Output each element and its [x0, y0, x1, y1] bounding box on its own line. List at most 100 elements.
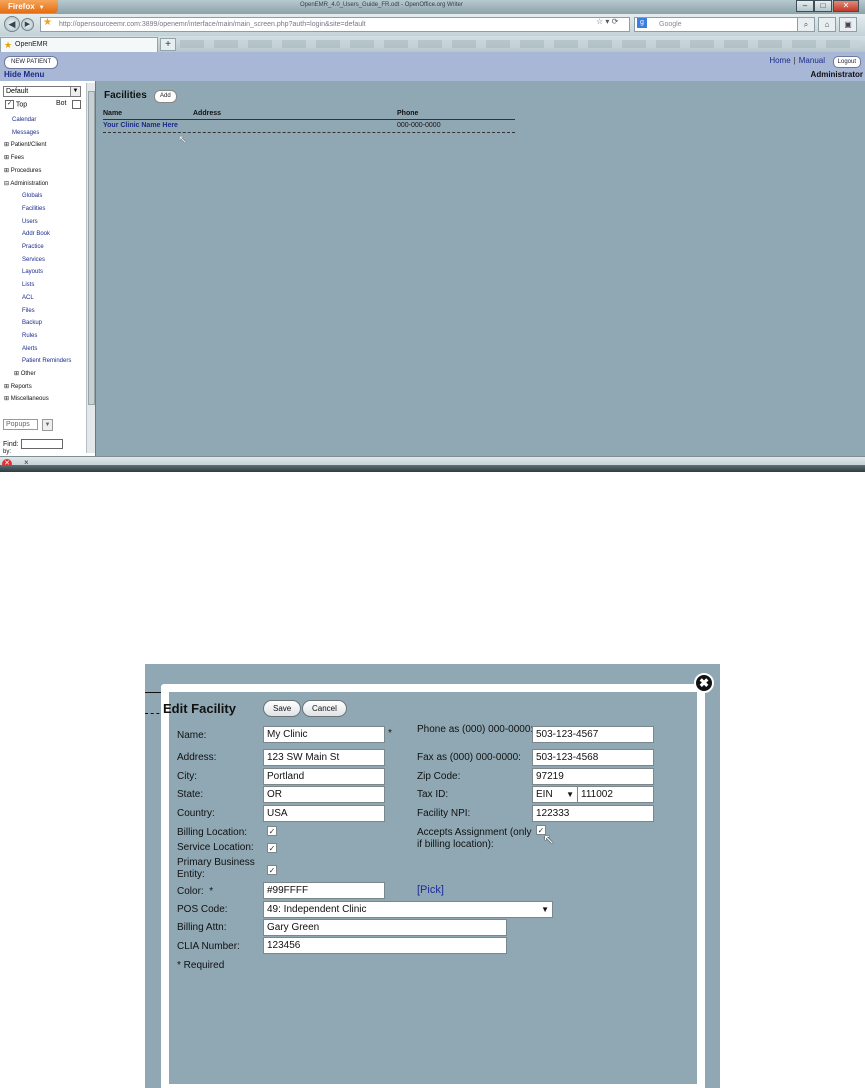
color-field[interactable]: #99FFFF: [263, 882, 385, 899]
billing-attn-label: Billing Attn:: [177, 922, 227, 933]
left-nav-scrollbar[interactable]: [86, 83, 95, 453]
nav-item-reports[interactable]: ⊞ Reports: [4, 381, 71, 394]
state-field[interactable]: OR: [263, 786, 385, 803]
close-icon[interactable]: ✖: [694, 673, 714, 693]
url-bar[interactable]: http://opensourceemr.com:3899/openemr/in…: [40, 17, 630, 32]
window-title: OpenEMR_4.0_Users_Guide_FR.odt - OpenOff…: [300, 2, 463, 8]
address-field[interactable]: 123 SW Main St: [263, 749, 385, 766]
current-user: Administrator: [810, 70, 863, 79]
zip-field[interactable]: 97219: [532, 768, 654, 785]
primary-business-label: Primary Business Entity:: [177, 857, 255, 880]
logout-button[interactable]: Logout: [832, 56, 861, 68]
popups-select[interactable]: Popups ▼: [3, 419, 53, 431]
nav-item-globals[interactable]: Globals: [4, 190, 71, 203]
title-bar: Firefox ▼ OpenEMR_4.0_Users_Guide_FR.odt …: [0, 0, 865, 14]
nav-item-files[interactable]: Files: [4, 305, 71, 318]
nav-item-backup[interactable]: Backup: [4, 317, 71, 330]
top-checkbox[interactable]: ✓: [5, 100, 14, 109]
edit-facility-screenshot: ✖ Edit Facility Save Cancel Name: My Cli…: [145, 664, 720, 1088]
pos-code-select[interactable]: 49: Independent Clinic ▼: [263, 901, 553, 918]
billing-location-label: Billing Location:: [177, 827, 248, 838]
maximize-button[interactable]: □: [814, 0, 832, 12]
home-link[interactable]: Home: [769, 56, 790, 65]
bookmarks-icon[interactable]: ▣: [839, 17, 857, 32]
table-header: Name Address Phone: [103, 108, 515, 120]
nav-item-patient-reminders[interactable]: Patient Reminders: [4, 355, 71, 368]
clia-field[interactable]: 123456: [263, 937, 507, 954]
npi-field[interactable]: 122333: [532, 805, 654, 822]
phone-field[interactable]: 503-123-4567: [532, 726, 654, 743]
minimize-button[interactable]: –: [796, 0, 814, 12]
taskbar: [0, 465, 865, 472]
menu-select[interactable]: Default ▼: [3, 86, 81, 97]
search-icon[interactable]: ⌕: [797, 17, 815, 32]
navigation-bar: ◀ ▶ http://opensourceemr.com:3899/openem…: [0, 14, 865, 37]
facility-name-link[interactable]: Your Clinic Name Here: [103, 122, 178, 129]
save-button[interactable]: Save: [263, 700, 302, 717]
frame-toggle: ✓ Top Bot: [5, 100, 85, 109]
tax-id-field[interactable]: 111002: [577, 786, 654, 803]
nav-item-facilities[interactable]: Facilities: [4, 203, 71, 216]
back-button[interactable]: ◀: [4, 16, 20, 32]
bookmark-star-icon[interactable]: ★: [43, 17, 52, 28]
nav-item-patient-client[interactable]: ⊞ Patient/Client: [4, 139, 71, 152]
city-label: City:: [177, 771, 197, 782]
firefox-menu-button[interactable]: Firefox ▼: [0, 0, 58, 13]
name-field[interactable]: My Clinic: [263, 726, 385, 743]
fax-label: Fax as (000) 000-0000:: [417, 752, 521, 763]
service-location-label: Service Location:: [177, 842, 254, 853]
forward-button[interactable]: ▶: [21, 18, 34, 31]
nav-item-messages[interactable]: Messages: [4, 127, 71, 140]
billing-location-checkbox[interactable]: ✓: [267, 826, 277, 836]
star-favicon-icon: ★: [4, 40, 13, 50]
city-field[interactable]: Portland: [263, 768, 385, 785]
tab-bar: ★ OpenEMR +: [0, 36, 865, 52]
google-icon: g: [637, 18, 647, 28]
nav-item-addr-book[interactable]: Addr Book: [4, 228, 71, 241]
nav-item-users[interactable]: Users: [4, 216, 71, 229]
nav-item-rules[interactable]: Rules: [4, 330, 71, 343]
nav-item-alerts[interactable]: Alerts: [4, 343, 71, 356]
nav-item-services[interactable]: Services: [4, 254, 71, 267]
reload-icon[interactable]: ☆ ▾ ⟳: [596, 17, 618, 26]
nav-item-procedures[interactable]: ⊞ Procedures: [4, 165, 71, 178]
cancel-button[interactable]: Cancel: [302, 700, 347, 717]
nav-item-administration[interactable]: ⊟ Administration: [4, 178, 71, 191]
state-label: State:: [177, 789, 204, 800]
phone-label: Phone as (000) 000-0000:: [417, 724, 534, 735]
accepts-assignment-label: Accepts Assignment (only if billing loca…: [417, 827, 532, 850]
nav-item-fees[interactable]: ⊞ Fees: [4, 152, 71, 165]
scrollbar-thumb[interactable]: [88, 91, 95, 405]
chevron-down-icon: ▼: [38, 5, 45, 11]
tax-id-type-select[interactable]: EIN ▼: [532, 786, 578, 803]
search-input[interactable]: Google: [634, 17, 814, 32]
billing-attn-field[interactable]: Gary Green: [263, 919, 507, 936]
bot-checkbox[interactable]: [72, 100, 81, 109]
find-input[interactable]: [20, 439, 63, 449]
table-row[interactable]: Your Clinic Name Here 000-000-0000: [103, 120, 515, 133]
tab-openemr[interactable]: ★ OpenEMR: [0, 37, 158, 52]
pick-color-link[interactable]: [Pick]: [417, 884, 444, 896]
nav-item-miscellaneous[interactable]: ⊞ Miscellaneous: [4, 393, 71, 406]
new-patient-button[interactable]: NEW PATIENT: [4, 56, 59, 69]
add-facility-button[interactable]: Add: [154, 90, 177, 103]
manual-link[interactable]: Manual: [799, 56, 825, 65]
nav-item-lists[interactable]: Lists: [4, 279, 71, 292]
hide-menu-link[interactable]: Hide Menu: [4, 70, 44, 79]
nav-item-layouts[interactable]: Layouts: [4, 266, 71, 279]
close-window-button[interactable]: ✕: [833, 0, 859, 12]
required-asterisk: *: [388, 728, 392, 739]
primary-business-checkbox[interactable]: ✓: [267, 865, 277, 875]
nav-item-practice[interactable]: Practice: [4, 241, 71, 254]
home-icon[interactable]: ⌂: [818, 17, 836, 32]
service-location-checkbox[interactable]: ✓: [267, 843, 277, 853]
nav-item-acl[interactable]: ACL: [4, 292, 71, 305]
top-links: Home | Manual: [769, 56, 825, 65]
fax-field[interactable]: 503-123-4568: [532, 749, 654, 766]
country-field[interactable]: USA: [263, 805, 385, 822]
nav-item-other[interactable]: ⊞ Other: [4, 368, 71, 381]
new-tab-button[interactable]: +: [160, 38, 176, 51]
zip-label: Zip Code:: [417, 771, 461, 782]
nav-item-calendar[interactable]: Calendar: [4, 114, 71, 127]
facilities-panel: Facilities Add Name Address Phone Your C…: [96, 81, 865, 456]
